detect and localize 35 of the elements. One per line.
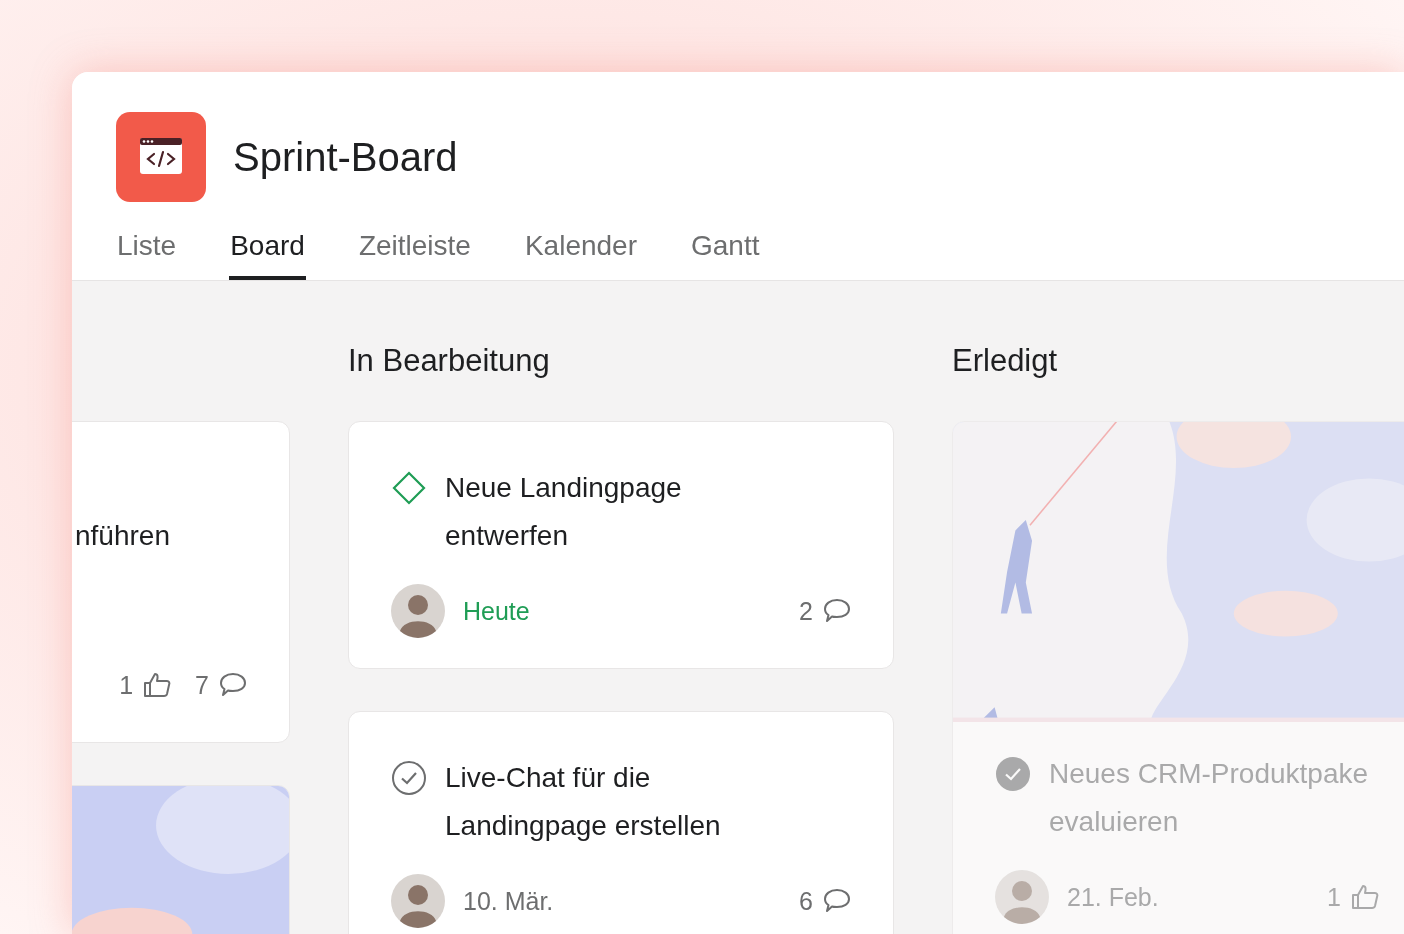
avatar-icon	[391, 874, 445, 928]
project-title: Sprint-Board	[233, 134, 458, 180]
check-circle-icon[interactable]	[391, 760, 427, 796]
task-card[interactable]: nführen 1 7	[72, 421, 290, 743]
view-tab[interactable]: Board	[229, 230, 306, 280]
thumbs-up-icon[interactable]	[1351, 884, 1379, 910]
like-count: 1	[119, 670, 134, 700]
task-title: Neue Landingpage entwerfen	[445, 471, 683, 553]
check-circle-icon[interactable]	[995, 756, 1031, 792]
column-title: In Bearbeitung	[348, 343, 550, 379]
speech-bubble-icon[interactable]	[823, 598, 851, 624]
view-tab[interactable]: Zeitleiste	[357, 230, 472, 280]
like-count: 1	[1327, 882, 1341, 912]
view-tab[interactable]: Gantt	[690, 230, 761, 280]
view-tab[interactable]: Liste	[116, 230, 178, 280]
due-date: 21. Feb.	[1067, 882, 1159, 912]
code-window-icon	[116, 112, 206, 202]
task-title: Neues CRM-Produktpake evaluieren	[1049, 757, 1370, 839]
task-title: Live-Chat für die Landingpage erstellen	[445, 761, 722, 843]
task-card[interactable]: Neue Landingpage entwerfen Heute 2	[348, 421, 894, 669]
view-tab[interactable]: Kalender	[523, 230, 638, 280]
thumbs-up-icon[interactable]	[143, 672, 172, 698]
due-date: Heute	[463, 596, 530, 626]
column-title: Erledigt	[952, 343, 1058, 379]
task-card[interactable]: Live-Chat für die Landingpage erstellen 10. Mär. 6	[348, 711, 894, 934]
comment-count: 6	[799, 886, 813, 916]
speech-bubble-icon[interactable]	[823, 888, 851, 914]
comment-count: 7	[195, 670, 209, 700]
comment-count: 2	[799, 596, 813, 626]
task-title: nführen	[75, 519, 170, 553]
speech-bubble-icon[interactable]	[219, 672, 247, 698]
avatar-icon	[391, 584, 445, 638]
due-date: 10. Mär.	[463, 886, 554, 916]
diamond-icon[interactable]	[391, 470, 427, 506]
avatar-icon	[995, 870, 1049, 924]
